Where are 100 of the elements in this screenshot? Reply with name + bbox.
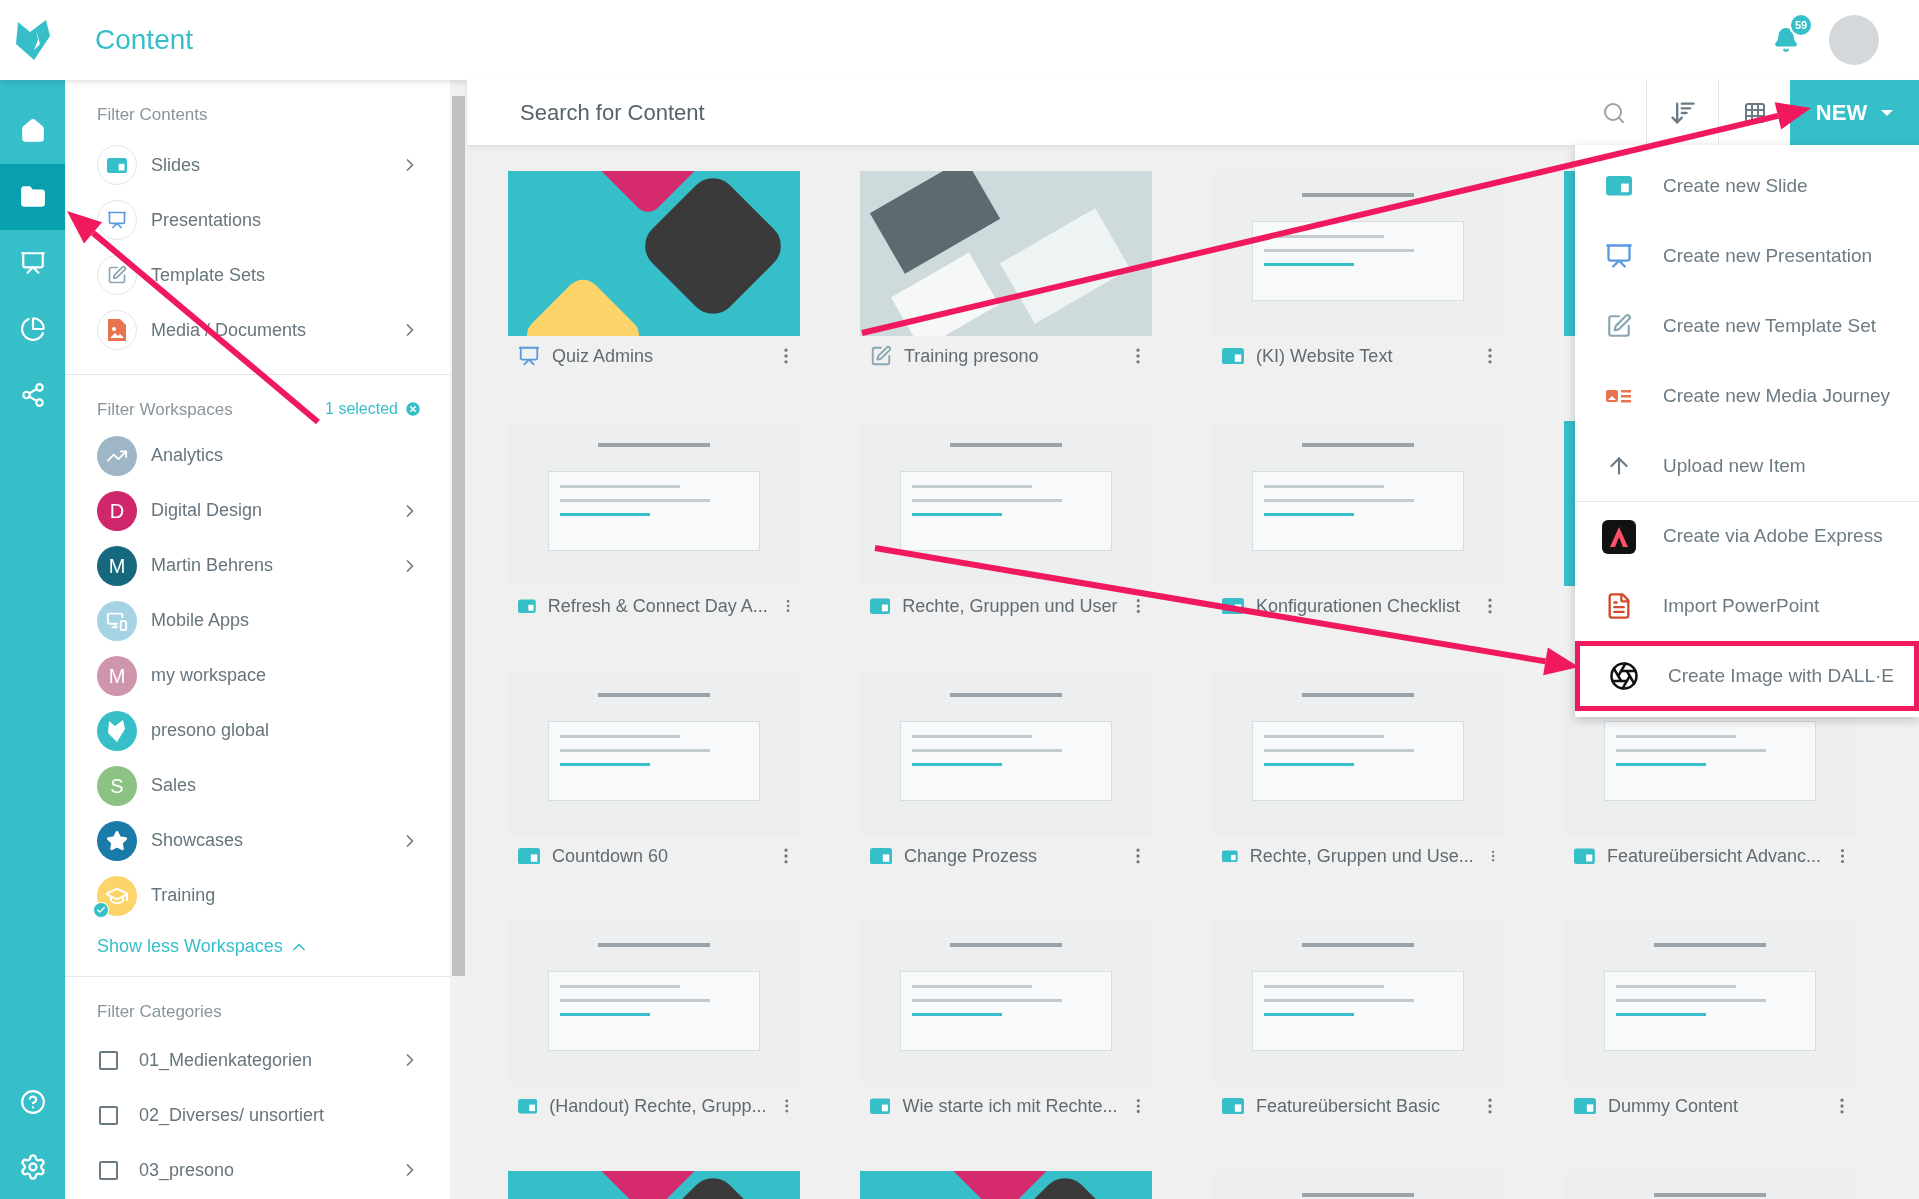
menu-item[interactable]: Create new Media Journey [1575,361,1919,431]
clear-icon[interactable] [404,400,422,419]
sort-button[interactable] [1646,80,1718,145]
slide-thumbnail[interactable] [508,671,800,836]
slide-thumbnail[interactable] [860,421,1152,586]
slide-icon [1222,347,1244,365]
slide-thumbnail[interactable] [1212,421,1504,586]
help-icon[interactable] [19,1089,46,1115]
scrollbar[interactable] [450,80,467,1199]
easel-icon [19,250,46,276]
slide-icon [1574,1097,1596,1115]
category-option[interactable]: 02_Diverses/ unsortiert [139,1101,325,1129]
media-journey-icon [1606,387,1632,405]
easel-icon [518,345,540,367]
menu-item[interactable]: Create new Slide [1575,151,1919,221]
notification-bell-icon[interactable] [1773,27,1799,53]
pencil-square-icon [1606,313,1632,339]
workspace-option[interactable]: Martin Behrens [151,552,274,579]
content-title[interactable]: Training presono [904,342,1039,370]
filter-option[interactable]: Presentations [151,206,262,234]
slide-icon [870,1097,891,1115]
slide-thumbnail[interactable] [860,671,1152,836]
menu-item[interactable]: Create new Template Set [1575,291,1919,361]
slide-thumbnail[interactable] [860,921,1152,1086]
pencil-square-icon [870,345,892,367]
fox-logo[interactable] [13,18,52,62]
workspace-option[interactable]: Sales [151,772,197,799]
slide-thumbnail[interactable] [860,171,1152,336]
menu-item[interactable]: Create new Presentation [1575,221,1919,291]
easel-icon [107,210,127,230]
easel-icon [1605,242,1633,270]
filter-option[interactable]: Slides [151,151,201,179]
content-title[interactable]: Change Prozess [904,842,1038,870]
content-title[interactable]: Konfigurationen Checklist [1256,592,1461,620]
slide-thumbnail[interactable] [1212,171,1504,336]
pie-chart-icon [19,316,46,342]
content-title[interactable]: (Handout) Rechte, Grupp... [549,1092,767,1120]
workspace-option[interactable]: Digital Design [151,497,263,524]
workspace-option[interactable]: my workspace [151,662,267,689]
search-icon[interactable] [1602,100,1626,125]
image-file-icon [108,319,126,341]
share-icon [19,382,46,408]
workspace-option[interactable]: presono global [151,717,270,744]
caret-icon [1881,109,1894,116]
slide-thumbnail[interactable] [508,921,800,1086]
workspace-option[interactable]: Analytics [151,442,224,469]
workspace-avatar: M [97,545,137,586]
content-title[interactable]: Rechte, Gruppen und Use... [1249,842,1474,870]
checkbox[interactable] [99,1160,118,1180]
adobe-express-logo-icon [1602,519,1636,554]
page-title: Content [95,23,194,57]
category-option[interactable]: 03_presono [139,1156,235,1184]
workspace-avatar: D [97,490,137,531]
slide-thumbnail[interactable] [1212,921,1504,1086]
content-title[interactable]: Refresh & Connect Day A... [547,592,768,620]
grid-icon [1742,100,1767,125]
menu-item[interactable]: Create Image with DALL·E [1575,641,1919,711]
workspace-avatar: S [97,765,137,806]
workspace-option[interactable]: Training [151,882,216,909]
slide-thumbnail[interactable] [508,421,800,586]
menu-item[interactable]: Import PowerPoint [1575,571,1919,641]
star-icon [106,829,128,852]
notification-count-badge: 59 [1789,13,1813,37]
settings-icon[interactable] [18,1153,47,1181]
slide-icon [1222,1097,1244,1115]
search-field[interactable]: Search for Content [467,80,1602,145]
section-title: Filter Contents [97,104,209,126]
slide-thumbnail[interactable] [1564,921,1856,1086]
content-title[interactable]: Quiz Admins [552,342,654,370]
slide-icon [870,847,892,865]
content-title[interactable]: Featureübersicht Basic [1256,1092,1441,1120]
home-icon [19,118,46,144]
slide-icon [1606,176,1632,196]
workspace-option[interactable]: Mobile Apps [151,607,250,634]
menu-item[interactable]: Upload new Item [1575,431,1919,501]
section-title: Filter Categories [97,1001,223,1023]
workspace-option[interactable]: Showcases [151,827,244,854]
section-title: Filter Workspaces [97,398,233,421]
workspace-avatar: M [97,655,137,696]
content-title[interactable]: Featureübersicht Advanc... [1606,842,1821,870]
content-title[interactable]: Rechte, Gruppen und User [902,592,1118,620]
slide-icon [518,597,536,615]
checkbox[interactable] [99,1105,118,1125]
slide-icon [1574,847,1595,865]
slide-icon [518,1097,538,1115]
menu-item[interactable]: Create via Adobe Express [1575,501,1919,571]
content-title[interactable]: Dummy Content [1608,1092,1739,1120]
pencil-square-icon [107,265,127,285]
content-title[interactable]: Wie starte ich mit Rechte... [902,1092,1118,1120]
slide-thumbnail[interactable] [1212,671,1504,836]
fox-logo-icon [107,718,127,743]
checkbox[interactable] [99,1050,118,1070]
slide-icon [1222,847,1238,865]
slide-thumbnail[interactable] [508,171,800,336]
category-option[interactable]: 01_Medienkategorien [139,1046,313,1074]
slide-icon [107,157,127,173]
folder-icon [19,184,46,210]
filter-option[interactable]: Template Sets [151,261,266,289]
content-title[interactable]: Countdown 60 [552,842,669,870]
content-title[interactable]: (KI) Website Text [1256,342,1393,370]
